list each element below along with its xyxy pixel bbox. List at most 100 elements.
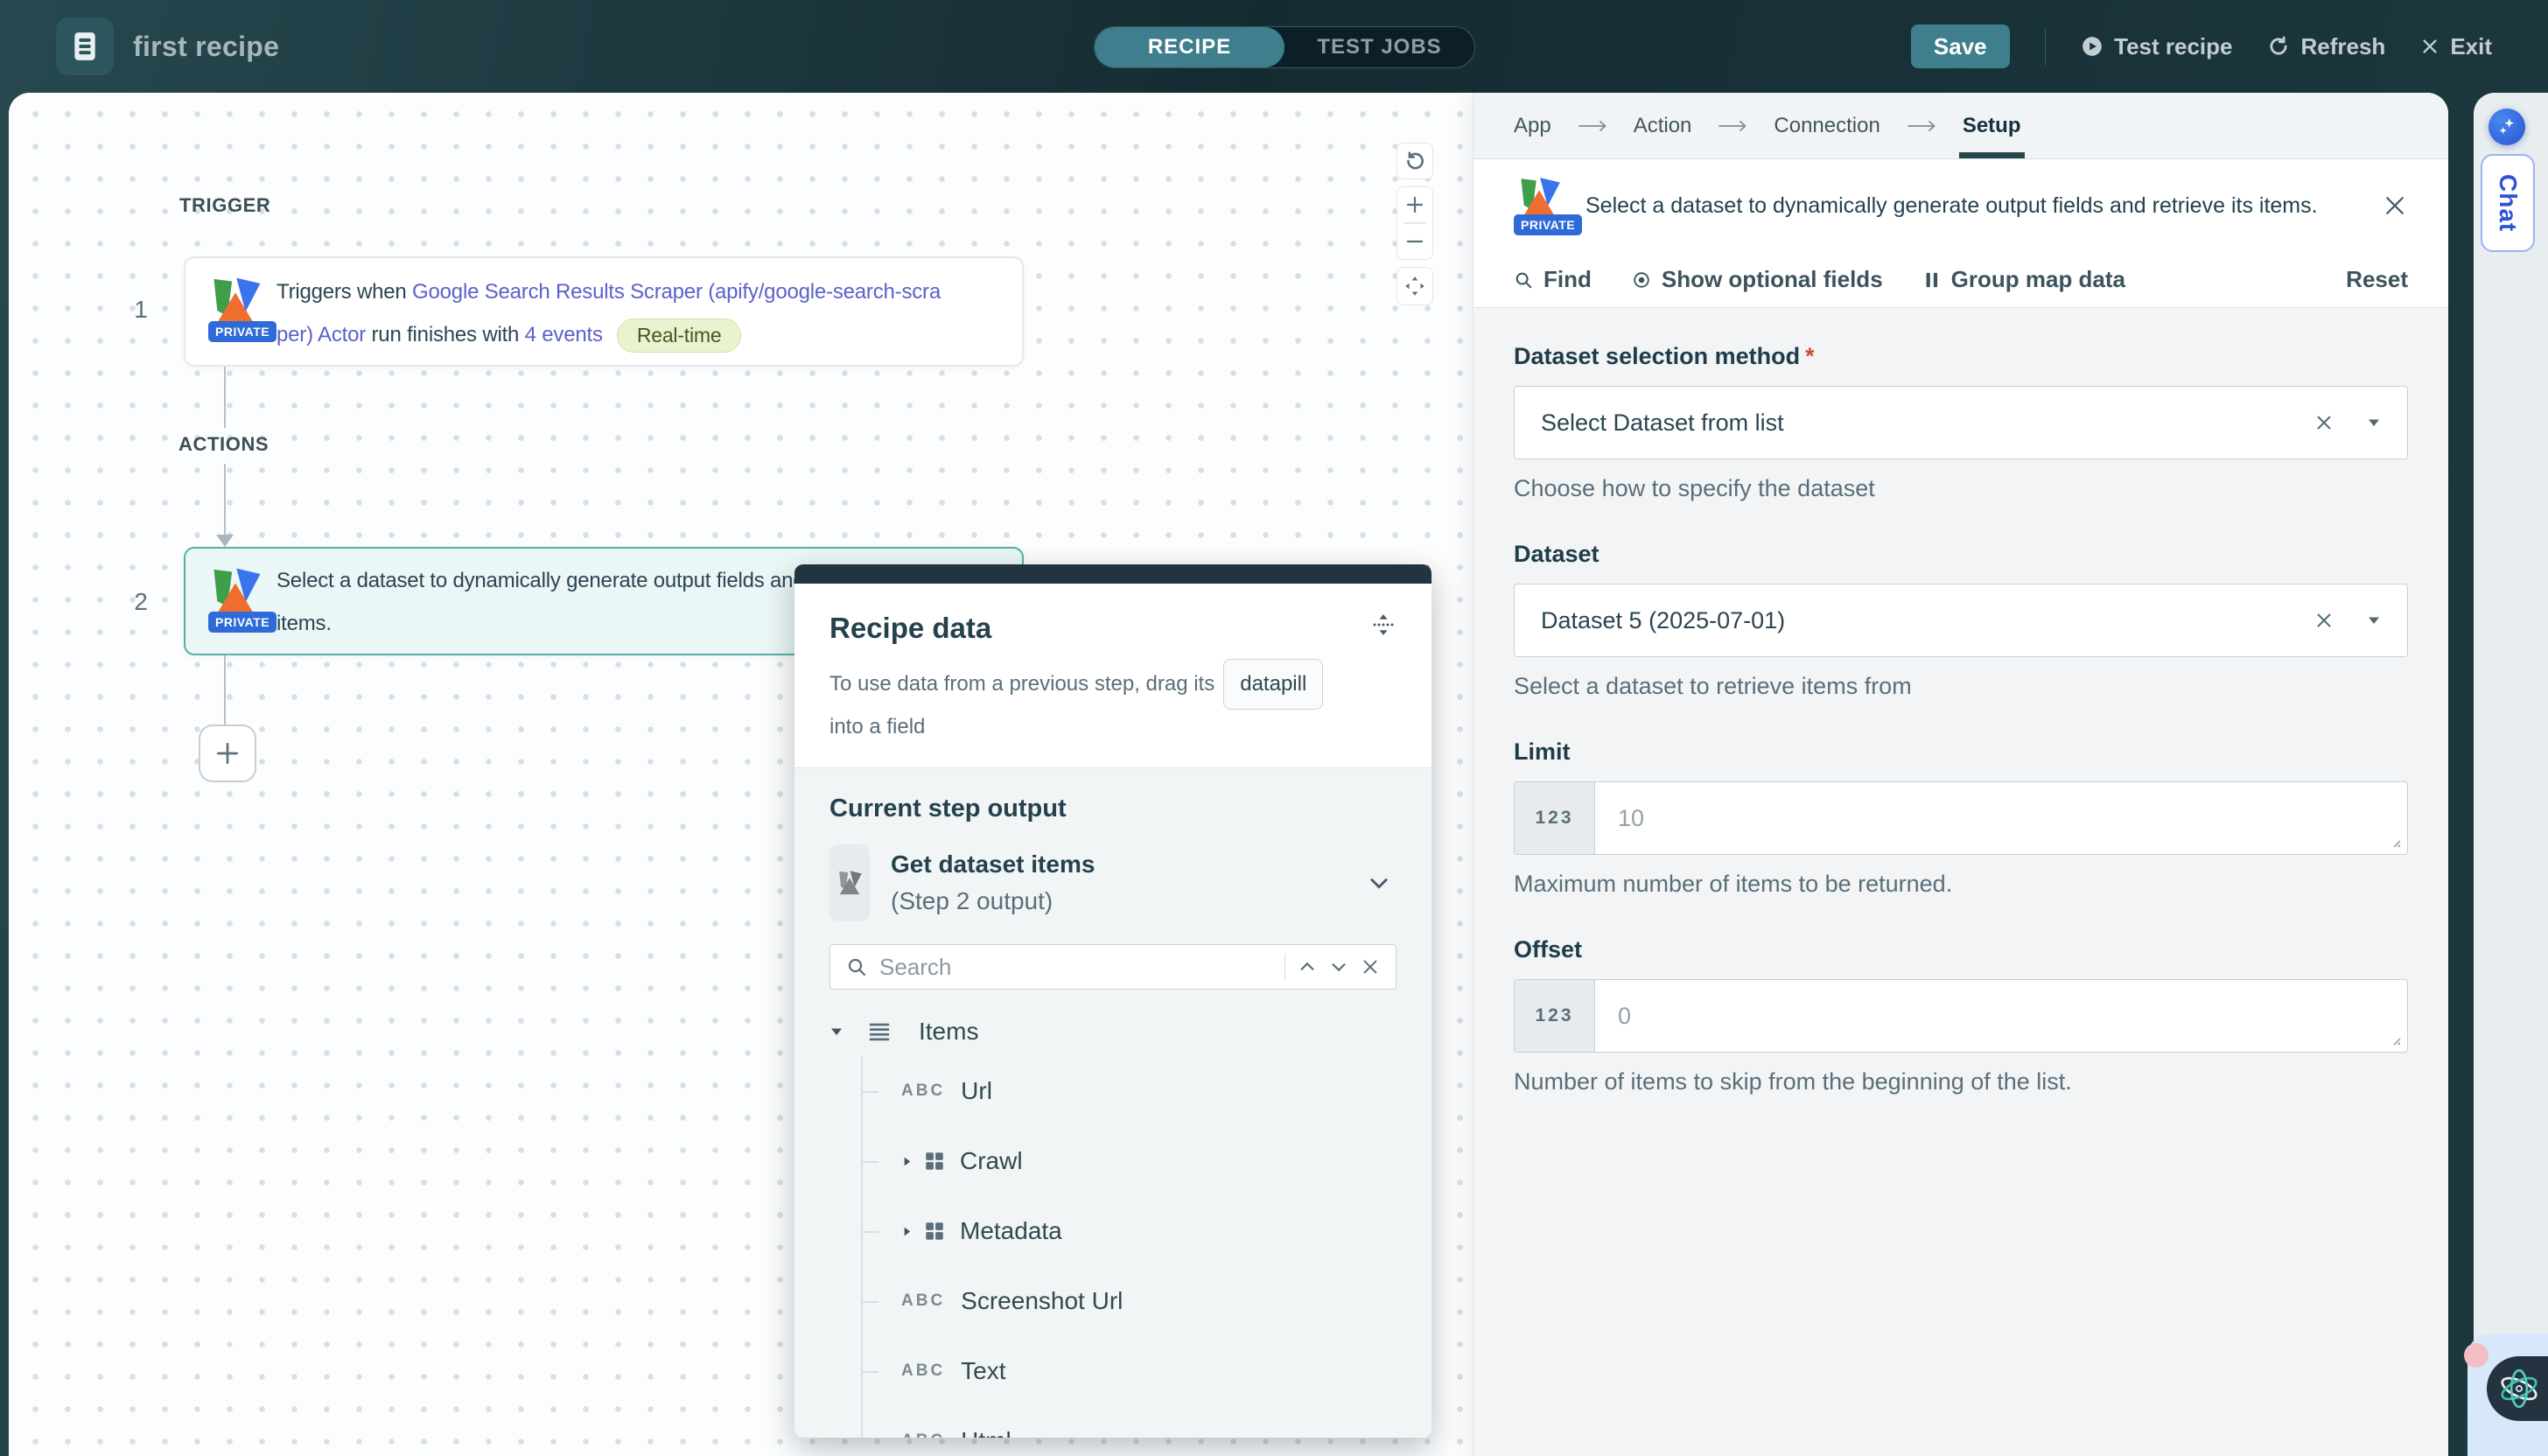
dataset-select[interactable]: Dataset 5 (2025-07-01) bbox=[1514, 584, 2408, 657]
popup-title: Recipe data bbox=[830, 612, 991, 645]
offset-input[interactable] bbox=[1595, 980, 2407, 1052]
close-icon bbox=[2420, 37, 2440, 56]
clear-icon[interactable] bbox=[2313, 411, 2335, 434]
dataset-selection-method-select[interactable]: Select Dataset from list bbox=[1514, 386, 2408, 459]
close-panel-icon[interactable] bbox=[2382, 192, 2408, 219]
caret-right-icon[interactable] bbox=[901, 1226, 913, 1237]
save-button[interactable]: Save bbox=[1911, 24, 2010, 68]
zoom-in-button[interactable] bbox=[1397, 187, 1432, 222]
panel-title-row: PRIVATE Select a dataset to dynamically … bbox=[1474, 159, 2448, 252]
find-button[interactable]: Find bbox=[1514, 266, 1592, 293]
recipe-testjobs-toggle: RECIPE TEST JOBS bbox=[1094, 26, 1475, 68]
output-app-icon bbox=[830, 844, 870, 921]
output-texts: Get dataset items (Step 2 output) bbox=[891, 850, 1095, 915]
crumb-action[interactable]: Action bbox=[1634, 93, 1692, 158]
zoom-out-button[interactable] bbox=[1397, 224, 1432, 259]
private-badge: PRIVATE bbox=[208, 612, 276, 633]
devtools-button[interactable] bbox=[2487, 1356, 2548, 1421]
ai-assistant-button[interactable] bbox=[2488, 108, 2525, 145]
resize-handle-icon[interactable] bbox=[2388, 835, 2402, 849]
required-asterisk: * bbox=[1805, 343, 1815, 369]
caret-right-icon[interactable] bbox=[901, 1156, 913, 1167]
reset-button[interactable]: Reset bbox=[2346, 266, 2408, 293]
app-logo[interactable] bbox=[56, 18, 114, 75]
step-2-number: 2 bbox=[126, 588, 156, 616]
fit-view-button[interactable] bbox=[1396, 267, 1433, 305]
recipe-canvas[interactable]: TRIGGER 1 PRIVATE Triggers when Google S… bbox=[9, 93, 1473, 1456]
caret-down-icon[interactable] bbox=[2367, 613, 2381, 627]
number-type-icon: 123 bbox=[1515, 980, 1595, 1052]
datapill-metadata[interactable]: Metadata bbox=[863, 1196, 1396, 1266]
tree-children: ABC Url Crawl Metadata bbox=[861, 1056, 1396, 1438]
search-prev-icon[interactable] bbox=[1298, 957, 1317, 976]
search-next-icon[interactable] bbox=[1329, 957, 1348, 976]
step-output-row[interactable]: Get dataset items (Step 2 output) bbox=[830, 844, 1396, 921]
chat-tab[interactable]: Chat bbox=[2481, 154, 2535, 252]
pan-arrows-icon bbox=[1404, 275, 1426, 298]
datapill-chip[interactable]: datapill bbox=[1223, 659, 1323, 710]
add-step-button[interactable] bbox=[199, 724, 256, 782]
tab-test-jobs[interactable]: TEST JOBS bbox=[1284, 27, 1474, 67]
target-icon bbox=[1632, 270, 1651, 290]
search-clear-icon[interactable] bbox=[1361, 957, 1380, 976]
caret-down-icon[interactable] bbox=[2367, 416, 2381, 430]
datapill-screenshot-url[interactable]: ABC Screenshot Url bbox=[863, 1266, 1396, 1336]
field-help: Choose how to specify the dataset bbox=[1514, 475, 2408, 502]
events-link[interactable]: 4 events bbox=[525, 323, 603, 346]
popup-drag-bar[interactable] bbox=[794, 564, 1432, 584]
realtime-badge: Real-time bbox=[617, 318, 742, 354]
field-help: Maximum number of items to be returned. bbox=[1514, 871, 2408, 898]
offset-input-box: 123 bbox=[1514, 979, 2408, 1053]
reset-view-button[interactable] bbox=[1396, 143, 1433, 179]
actor-link[interactable]: Google Search Results Scraper (apify/goo… bbox=[412, 280, 941, 304]
refresh-icon bbox=[2267, 35, 2290, 58]
actions-section-label: ACTIONS bbox=[178, 433, 269, 456]
tree-root-items[interactable]: Items bbox=[830, 1007, 1396, 1056]
header-actions: Save Test recipe Refresh Exit bbox=[1911, 0, 2492, 93]
panel-app-icon: PRIVATE bbox=[1514, 176, 1564, 235]
text-type-icon: ABC bbox=[901, 1362, 945, 1381]
number-type-icon: 123 bbox=[1515, 782, 1595, 854]
text-type-icon: ABC bbox=[901, 1082, 945, 1101]
datapill-html[interactable]: ABC Html bbox=[863, 1406, 1396, 1438]
test-recipe-button[interactable]: Test recipe bbox=[2081, 33, 2232, 60]
caret-down-icon[interactable] bbox=[830, 1025, 844, 1039]
tab-recipe[interactable]: RECIPE bbox=[1095, 27, 1284, 67]
exit-button[interactable]: Exit bbox=[2420, 33, 2492, 60]
datapill-url[interactable]: ABC Url bbox=[863, 1056, 1396, 1126]
limit-input-box: 123 bbox=[1514, 781, 2408, 855]
actor-link-cont[interactable]: per) Actor bbox=[276, 323, 366, 346]
clear-icon[interactable] bbox=[2313, 609, 2335, 632]
trigger-step-card[interactable]: PRIVATE Triggers when Google Search Resu… bbox=[184, 256, 1024, 367]
refresh-button[interactable]: Refresh bbox=[2267, 33, 2385, 60]
connector-arrowhead bbox=[216, 535, 234, 547]
canvas-controls bbox=[1396, 143, 1433, 305]
popup-header: Recipe data To use data from a previous … bbox=[794, 584, 1432, 767]
main-surface: TRIGGER 1 PRIVATE Triggers when Google S… bbox=[9, 93, 2448, 1456]
crumb-connection[interactable]: Connection bbox=[1774, 93, 1880, 158]
popup-body: Current step output Get dataset items (S… bbox=[794, 767, 1432, 1438]
list-icon bbox=[866, 1018, 892, 1045]
drag-handle-icon[interactable] bbox=[1370, 612, 1396, 638]
arrow-right-icon bbox=[1907, 119, 1936, 133]
text-type-icon: ABC bbox=[901, 1292, 945, 1311]
field-help: Number of items to skip from the beginni… bbox=[1514, 1068, 2408, 1096]
field-offset: Offset 123 Number of items to skip from … bbox=[1514, 936, 2408, 1096]
resize-handle-icon[interactable] bbox=[2388, 1032, 2402, 1046]
arrow-right-icon bbox=[1718, 119, 1747, 133]
field-limit: Limit 123 Maximum number of items to be … bbox=[1514, 738, 2408, 898]
datapill-text[interactable]: ABC Text bbox=[863, 1336, 1396, 1406]
plus-icon bbox=[1404, 194, 1425, 215]
private-badge: PRIVATE bbox=[1514, 214, 1582, 235]
object-type-icon bbox=[923, 1150, 946, 1172]
crumb-app[interactable]: App bbox=[1514, 93, 1551, 158]
zoom-group bbox=[1396, 186, 1433, 260]
limit-input[interactable] bbox=[1595, 782, 2407, 854]
datapill-crawl[interactable]: Crawl bbox=[863, 1126, 1396, 1196]
crumb-setup[interactable]: Setup bbox=[1963, 93, 2021, 158]
object-type-icon bbox=[923, 1220, 946, 1242]
group-map-data-button[interactable]: Group map data bbox=[1923, 266, 2125, 293]
search-input[interactable] bbox=[879, 954, 1272, 981]
chevron-down-icon[interactable] bbox=[1367, 871, 1391, 895]
show-optional-fields-button[interactable]: Show optional fields bbox=[1632, 266, 1883, 293]
